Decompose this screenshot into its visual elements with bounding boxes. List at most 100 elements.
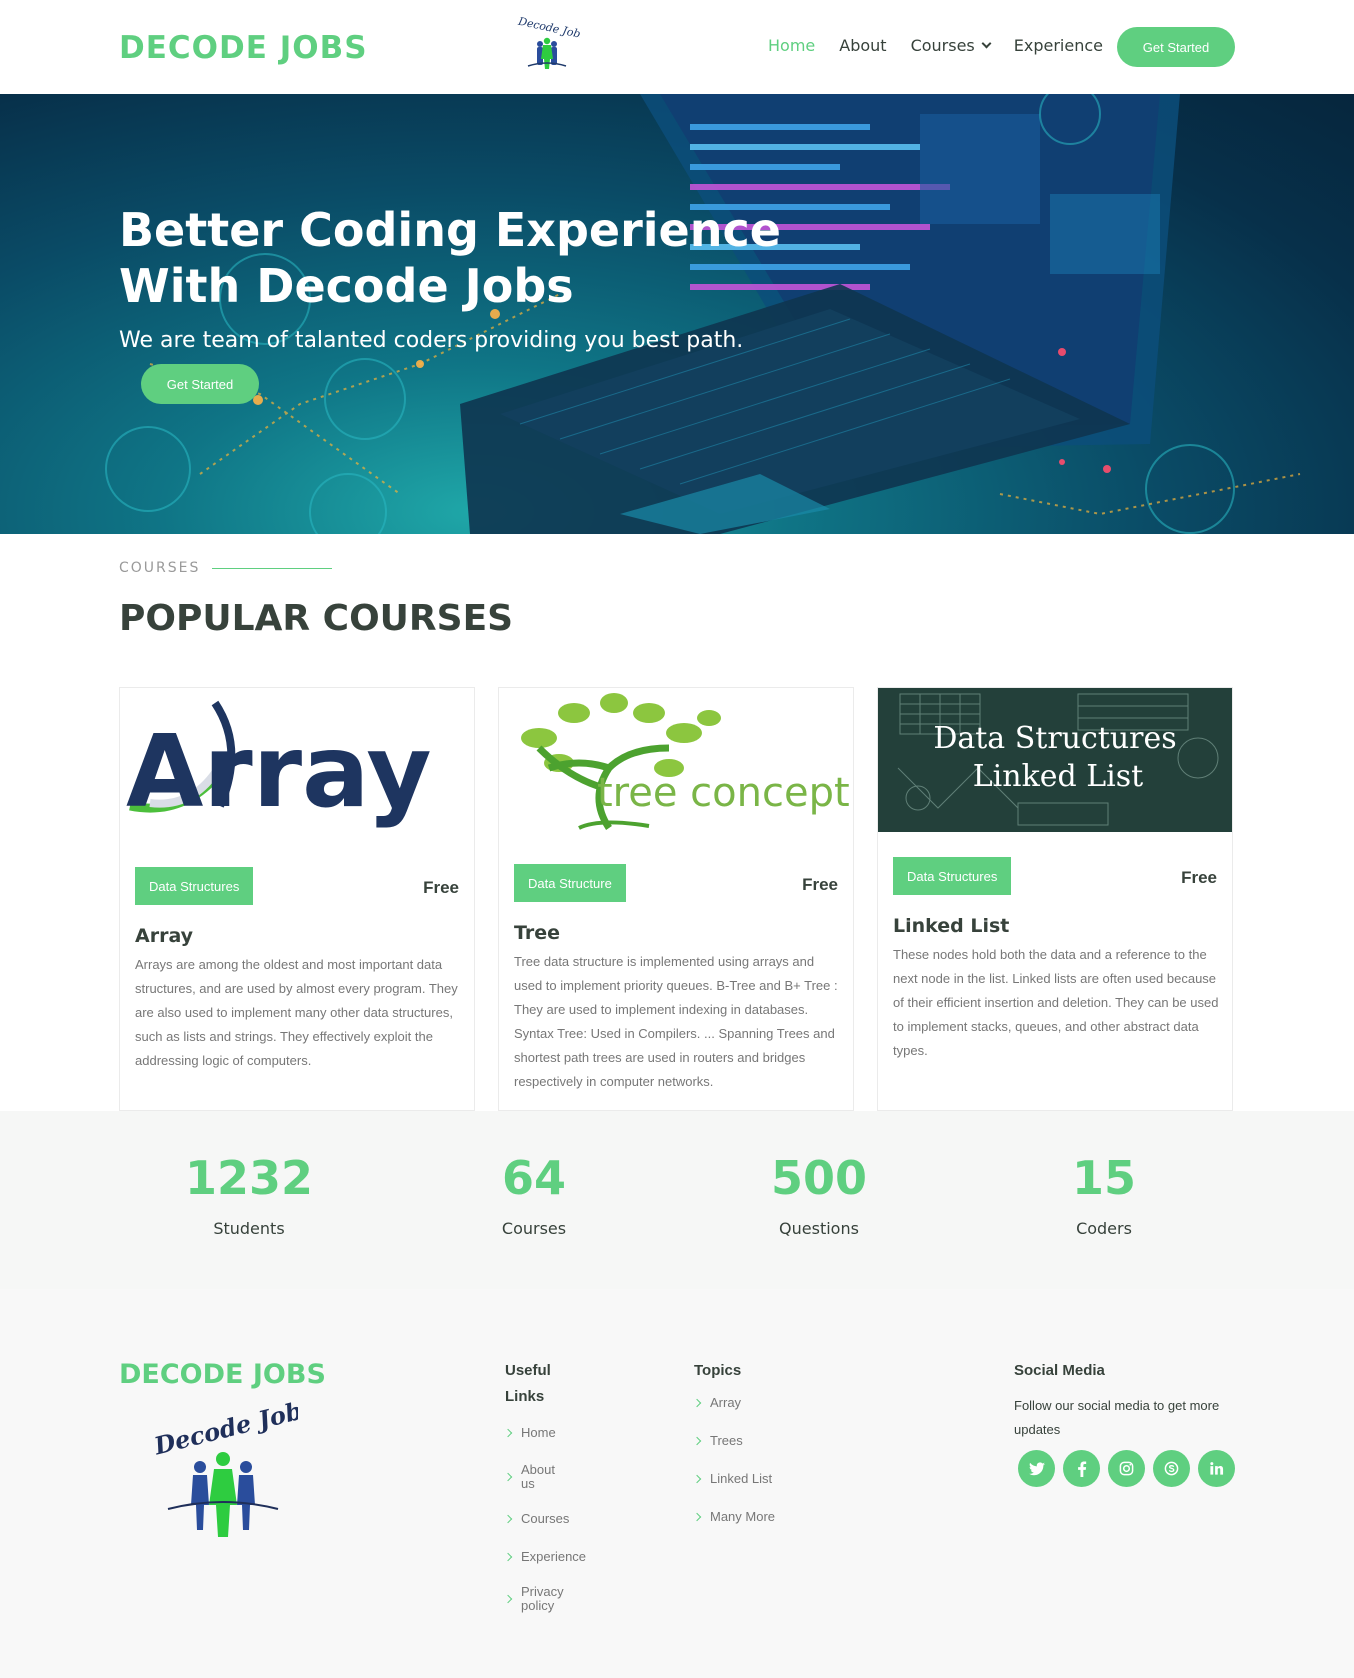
chevron-right-icon	[503, 1514, 513, 1524]
stat-questions: 500 Questions	[699, 1151, 939, 1238]
course-price: Free	[423, 878, 459, 897]
facebook-icon[interactable]	[1063, 1450, 1100, 1487]
footer-link-label: Courses	[521, 1511, 570, 1526]
nav-courses-label: Courses	[910, 36, 975, 55]
stat-coders: 15 Coders	[984, 1151, 1224, 1238]
course-category-badge[interactable]: Data Structure	[514, 864, 626, 902]
footer-decode-jobs-logo: Decode Jobs	[150, 1397, 298, 1537]
stat-value: 64	[501, 1151, 566, 1205]
stat-label: Coders	[1076, 1219, 1132, 1238]
chevron-right-icon	[692, 1436, 702, 1446]
stat-value: 15	[1071, 1151, 1136, 1205]
tree-course-image: tree concept	[499, 688, 853, 838]
stats-section: 1232 Students 64 Courses 500 Questions 1…	[0, 1111, 1354, 1289]
hero-title: Better Coding Experience With Decode Job…	[119, 202, 819, 314]
hero-get-started-button[interactable]: Get Started	[141, 364, 259, 404]
site-footer: DECODE JOBS Decode Jobs Useful Links Hom…	[0, 1289, 1354, 1678]
hero-title-line1: Better Coding Experience	[119, 203, 781, 257]
course-card-tree[interactable]: tree concept Data Structure Free Tree Tr…	[498, 687, 854, 1111]
array-course-image: Array	[120, 688, 474, 838]
footer-topic-label: Array	[710, 1395, 742, 1410]
hero-section: Better Coding Experience With Decode Job…	[0, 94, 1354, 534]
footer-brand[interactable]: DECODE JOBS	[119, 1359, 326, 1390]
footer-social: Social Media Follow our social media to …	[1014, 1358, 1239, 1487]
courses-tag-label: COURSES	[119, 560, 201, 576]
nav-home[interactable]: Home	[768, 36, 815, 55]
chevron-right-icon	[692, 1512, 702, 1522]
course-description: Arrays are among the oldest and most imp…	[135, 957, 458, 1068]
course-description: Tree data structure is implemented using…	[514, 954, 838, 1089]
linked-list-image-line2: Linked List	[973, 759, 1143, 794]
useful-links-title-line1: Useful	[505, 1362, 551, 1379]
hero-subtitle: We are team of talanted coders providing…	[119, 328, 744, 353]
footer-link-experience[interactable]: Experience	[503, 1544, 587, 1570]
nav-courses[interactable]: Courses	[910, 36, 992, 55]
stat-value: 500	[770, 1151, 868, 1205]
brand-logo-text[interactable]: DECODE JOBS	[119, 30, 368, 66]
tree-image-text: tree concept	[597, 770, 850, 816]
course-category-badge[interactable]: Data Structures	[893, 857, 1012, 895]
course-title[interactable]: Linked List	[893, 915, 1009, 937]
footer-topic-trees[interactable]: Trees	[692, 1428, 775, 1454]
course-card-linked-list[interactable]: Data Structures Linked List Data Structu…	[877, 687, 1233, 1111]
svg-text:Decode Jobs: Decode Jobs	[516, 15, 580, 42]
social-icons	[1018, 1450, 1239, 1487]
footer-link-label: About us	[521, 1462, 555, 1491]
popular-courses-title: POPULAR COURSES	[119, 598, 514, 639]
footer-topic-label: Linked List	[710, 1471, 773, 1486]
course-title[interactable]: Tree	[514, 922, 560, 944]
linked-list-course-image: Data Structures Linked List	[878, 688, 1232, 832]
footer-logo-script: Decode Jobs	[150, 1397, 298, 1461]
chevron-right-icon	[503, 1472, 513, 1482]
chevron-right-icon	[503, 1552, 513, 1562]
courses-section-tag: COURSES	[119, 560, 333, 576]
chevron-right-icon	[503, 1594, 513, 1604]
course-title[interactable]: Array	[135, 925, 193, 947]
chevron-down-icon	[981, 38, 992, 49]
footer-useful-links: Useful Links Home About us Courses Exper…	[503, 1358, 587, 1618]
instagram-icon[interactable]	[1108, 1450, 1145, 1487]
hero-laptop-illustration	[105, 94, 1301, 534]
linkedin-icon[interactable]	[1198, 1450, 1235, 1487]
chevron-right-icon	[692, 1398, 702, 1408]
footer-topic-many-more[interactable]: Many More	[692, 1504, 776, 1530]
footer-link-label: Experience	[521, 1549, 587, 1564]
hero-title-line2: With Decode Jobs	[119, 259, 574, 313]
topics-title: Topics	[694, 1362, 742, 1379]
nav-experience[interactable]: Experience	[1014, 36, 1103, 55]
site-header: DECODE JOBS Decode Jobs Home About Cours…	[0, 0, 1354, 94]
skype-icon[interactable]	[1153, 1450, 1190, 1487]
footer-link-label: Privacy policy	[521, 1584, 564, 1613]
social-media-text: Follow our social media to get more upda…	[1014, 1398, 1220, 1437]
useful-links-title: Useful Links	[505, 1358, 586, 1410]
footer-topic-linked-list[interactable]: Linked List	[692, 1466, 775, 1492]
stat-label: Students	[213, 1219, 285, 1238]
social-media-title: Social Media	[1014, 1362, 1105, 1379]
main-nav: Home About Courses Experience	[768, 36, 1127, 55]
stat-label: Questions	[779, 1219, 859, 1238]
twitter-icon[interactable]	[1018, 1450, 1055, 1487]
footer-link-privacy[interactable]: Privacy policy	[503, 1580, 567, 1618]
chevron-right-icon	[692, 1474, 702, 1484]
useful-links-title-line2: Links	[505, 1388, 545, 1405]
footer-topics: Topics Array Trees Linked List Many More	[692, 1358, 776, 1530]
footer-topic-label: Many More	[710, 1509, 776, 1524]
stat-label: Courses	[501, 1219, 567, 1238]
course-category-badge[interactable]: Data Structures	[135, 867, 254, 905]
decode-jobs-logo[interactable]: Decode Jobs	[514, 14, 580, 74]
stat-students: 1232 Students	[129, 1151, 369, 1238]
linked-list-image-line1: Data Structures	[933, 721, 1176, 756]
course-card-array[interactable]: Array Data Structures Free Array Arrays …	[119, 687, 475, 1111]
stat-value: 1232	[184, 1151, 314, 1205]
stat-courses: 64 Courses	[414, 1151, 654, 1238]
course-price: Free	[1181, 868, 1217, 887]
array-image-text: Array	[126, 713, 432, 830]
get-started-button[interactable]: Get Started	[1117, 27, 1235, 67]
footer-link-home[interactable]: Home	[503, 1420, 586, 1446]
footer-topic-array[interactable]: Array	[692, 1390, 775, 1416]
nav-about[interactable]: About	[839, 36, 886, 55]
footer-topic-label: Trees	[710, 1433, 743, 1448]
tag-divider	[212, 567, 333, 569]
footer-link-about[interactable]: About us	[503, 1458, 567, 1496]
footer-link-courses[interactable]: Courses	[503, 1506, 586, 1532]
